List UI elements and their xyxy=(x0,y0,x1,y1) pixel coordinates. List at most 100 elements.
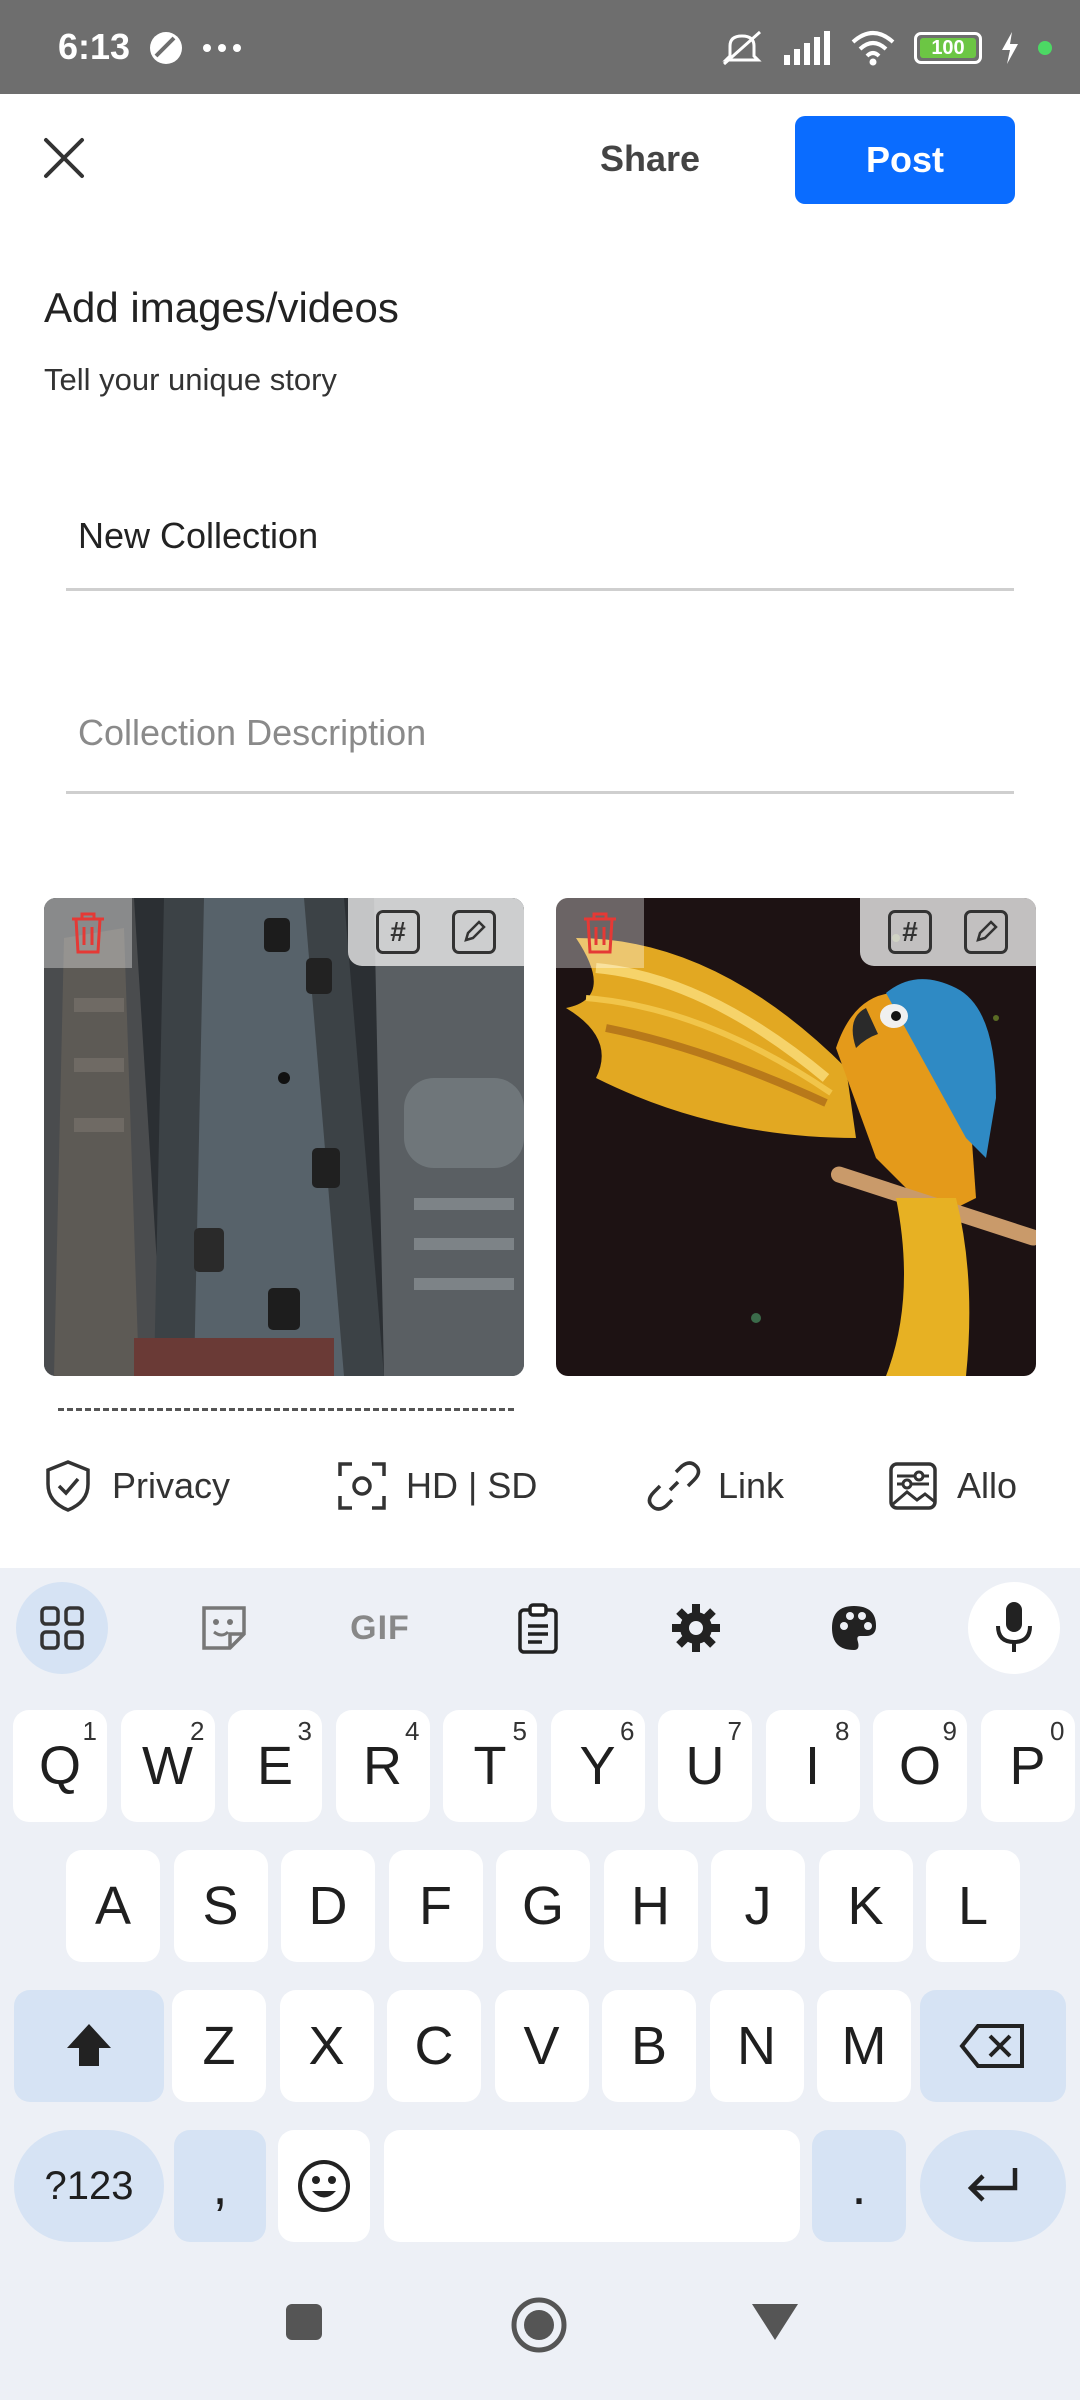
privacy-label: Privacy xyxy=(112,1465,231,1506)
key-c[interactable]: C xyxy=(387,1990,481,2102)
charging-icon xyxy=(1002,32,1018,64)
key-h[interactable]: H xyxy=(603,1850,698,1962)
symbols-key[interactable]: ?123 xyxy=(14,2130,164,2242)
image-tile-street[interactable]: # xyxy=(44,898,524,1376)
home-icon[interactable] xyxy=(510,2296,568,2354)
backspace-key[interactable] xyxy=(920,1990,1066,2102)
period-key[interactable]: . xyxy=(812,2130,906,2242)
key-q[interactable]: Q1 xyxy=(13,1710,107,1822)
recent-apps-icon[interactable] xyxy=(284,2302,324,2342)
status-right-icons: 100 xyxy=(720,28,1052,68)
trash-icon xyxy=(72,912,104,954)
theme-button[interactable] xyxy=(808,1582,900,1674)
key-d[interactable]: D xyxy=(281,1850,375,1962)
privacy-option[interactable]: Privacy xyxy=(40,1458,230,1514)
key-a[interactable]: A xyxy=(66,1850,160,1962)
key-p[interactable]: P0 xyxy=(980,1710,1075,1822)
microphone-icon xyxy=(996,1602,1032,1652)
key-m[interactable]: M xyxy=(817,1990,911,2102)
delete-image-button[interactable] xyxy=(556,898,644,968)
key-k[interactable]: K xyxy=(818,1850,913,1962)
key-f[interactable]: F xyxy=(388,1850,483,1962)
page-subtitle: Tell your unique story xyxy=(44,362,337,397)
image-tile-parrot[interactable]: # xyxy=(556,898,1036,1376)
key-x[interactable]: X xyxy=(279,1990,374,2102)
keyboard-toolbar: GIF xyxy=(0,1568,1080,1688)
battery-icon: 100 xyxy=(914,32,982,64)
backspace-icon xyxy=(959,2024,1024,2068)
space-key[interactable] xyxy=(384,2130,800,2242)
edit-icon[interactable] xyxy=(964,910,1008,954)
add-more-dropzone-border xyxy=(58,1408,514,1411)
enter-key[interactable] xyxy=(920,2130,1066,2242)
apps-grid-icon xyxy=(40,1606,84,1650)
settings-button[interactable] xyxy=(650,1582,742,1674)
key-j[interactable]: J xyxy=(711,1850,805,1962)
parrot-photo xyxy=(556,898,1036,1376)
gear-icon xyxy=(672,1604,720,1652)
gif-button[interactable]: GIF xyxy=(334,1582,426,1674)
signal-icon xyxy=(784,31,830,65)
key-e[interactable]: E3 xyxy=(228,1710,322,1822)
key-r[interactable]: R4 xyxy=(335,1710,430,1822)
key-g[interactable]: G xyxy=(496,1850,590,1962)
mute-icon xyxy=(722,30,762,66)
wifi-icon xyxy=(851,31,895,66)
key-z[interactable]: Z xyxy=(172,1990,266,2102)
focus-frame-icon xyxy=(338,1462,386,1510)
shield-check-icon xyxy=(46,1460,90,1512)
key-o[interactable]: O9 xyxy=(873,1710,967,1822)
post-button[interactable]: Post xyxy=(795,116,1015,204)
collection-description-input[interactable] xyxy=(66,712,1014,754)
key-v[interactable]: V xyxy=(494,1990,589,2102)
battery-level: 100 xyxy=(931,36,965,59)
close-icon[interactable] xyxy=(40,134,88,182)
shift-key[interactable] xyxy=(14,1990,164,2102)
collection-description-field xyxy=(66,688,1014,794)
hashtag-icon[interactable]: # xyxy=(376,910,420,954)
key-n[interactable]: N xyxy=(709,1990,804,2102)
trash-icon xyxy=(584,912,616,954)
more-dots-icon xyxy=(203,44,241,52)
apps-grid-button[interactable] xyxy=(16,1582,108,1674)
edit-icon[interactable] xyxy=(452,910,496,954)
clipboard-button[interactable] xyxy=(492,1582,584,1674)
palette-icon xyxy=(832,1606,876,1650)
key-u[interactable]: U7 xyxy=(658,1710,752,1822)
key-b[interactable]: B xyxy=(602,1990,696,2102)
privacy-indicator xyxy=(1038,41,1052,55)
delete-image-button[interactable] xyxy=(44,898,132,968)
voice-input-button[interactable] xyxy=(968,1582,1060,1674)
street-photo xyxy=(44,898,524,1376)
top-bar: Share Post xyxy=(0,94,1080,224)
share-button[interactable]: Share xyxy=(600,138,700,180)
sticker-button[interactable] xyxy=(178,1582,270,1674)
enter-icon xyxy=(967,2168,1018,2202)
options-row: Privacy HD | SD Link Allo xyxy=(0,1448,1080,1538)
quality-label: HD | SD xyxy=(406,1465,538,1506)
key-l[interactable]: L xyxy=(926,1850,1020,1962)
emoji-key[interactable] xyxy=(278,2130,370,2242)
comma-key[interactable]: , xyxy=(174,2130,266,2242)
key-t[interactable]: T5 xyxy=(443,1710,537,1822)
key-s[interactable]: S xyxy=(173,1850,268,1962)
link-icon xyxy=(647,1461,701,1511)
status-bar: 6:13 100 xyxy=(0,0,1080,94)
link-option[interactable]: Link xyxy=(646,1458,784,1514)
shift-icon xyxy=(67,2024,111,2066)
image-settings-icon xyxy=(889,1462,937,1510)
clipboard-icon xyxy=(518,1603,558,1654)
page-title: Add images/videos xyxy=(44,284,399,331)
back-icon[interactable] xyxy=(750,2302,800,2342)
key-i[interactable]: I8 xyxy=(765,1710,860,1822)
status-time: 6:13 xyxy=(58,26,131,67)
quality-option[interactable]: HD | SD xyxy=(334,1458,537,1514)
image-tools: # xyxy=(860,898,1036,966)
allow-option[interactable]: Allo xyxy=(885,1458,1017,1514)
keyboard: GIF Q 1 W 2 E 3 R 4 T 5 Y 6 U 7 I 8 O 9 … xyxy=(0,1568,1080,2400)
key-w[interactable]: W2 xyxy=(120,1710,215,1822)
key-y[interactable]: Y6 xyxy=(550,1710,645,1822)
hashtag-icon[interactable]: # xyxy=(888,910,932,954)
collection-name-input[interactable] xyxy=(66,515,1014,557)
navigation-bar xyxy=(0,2270,1080,2400)
